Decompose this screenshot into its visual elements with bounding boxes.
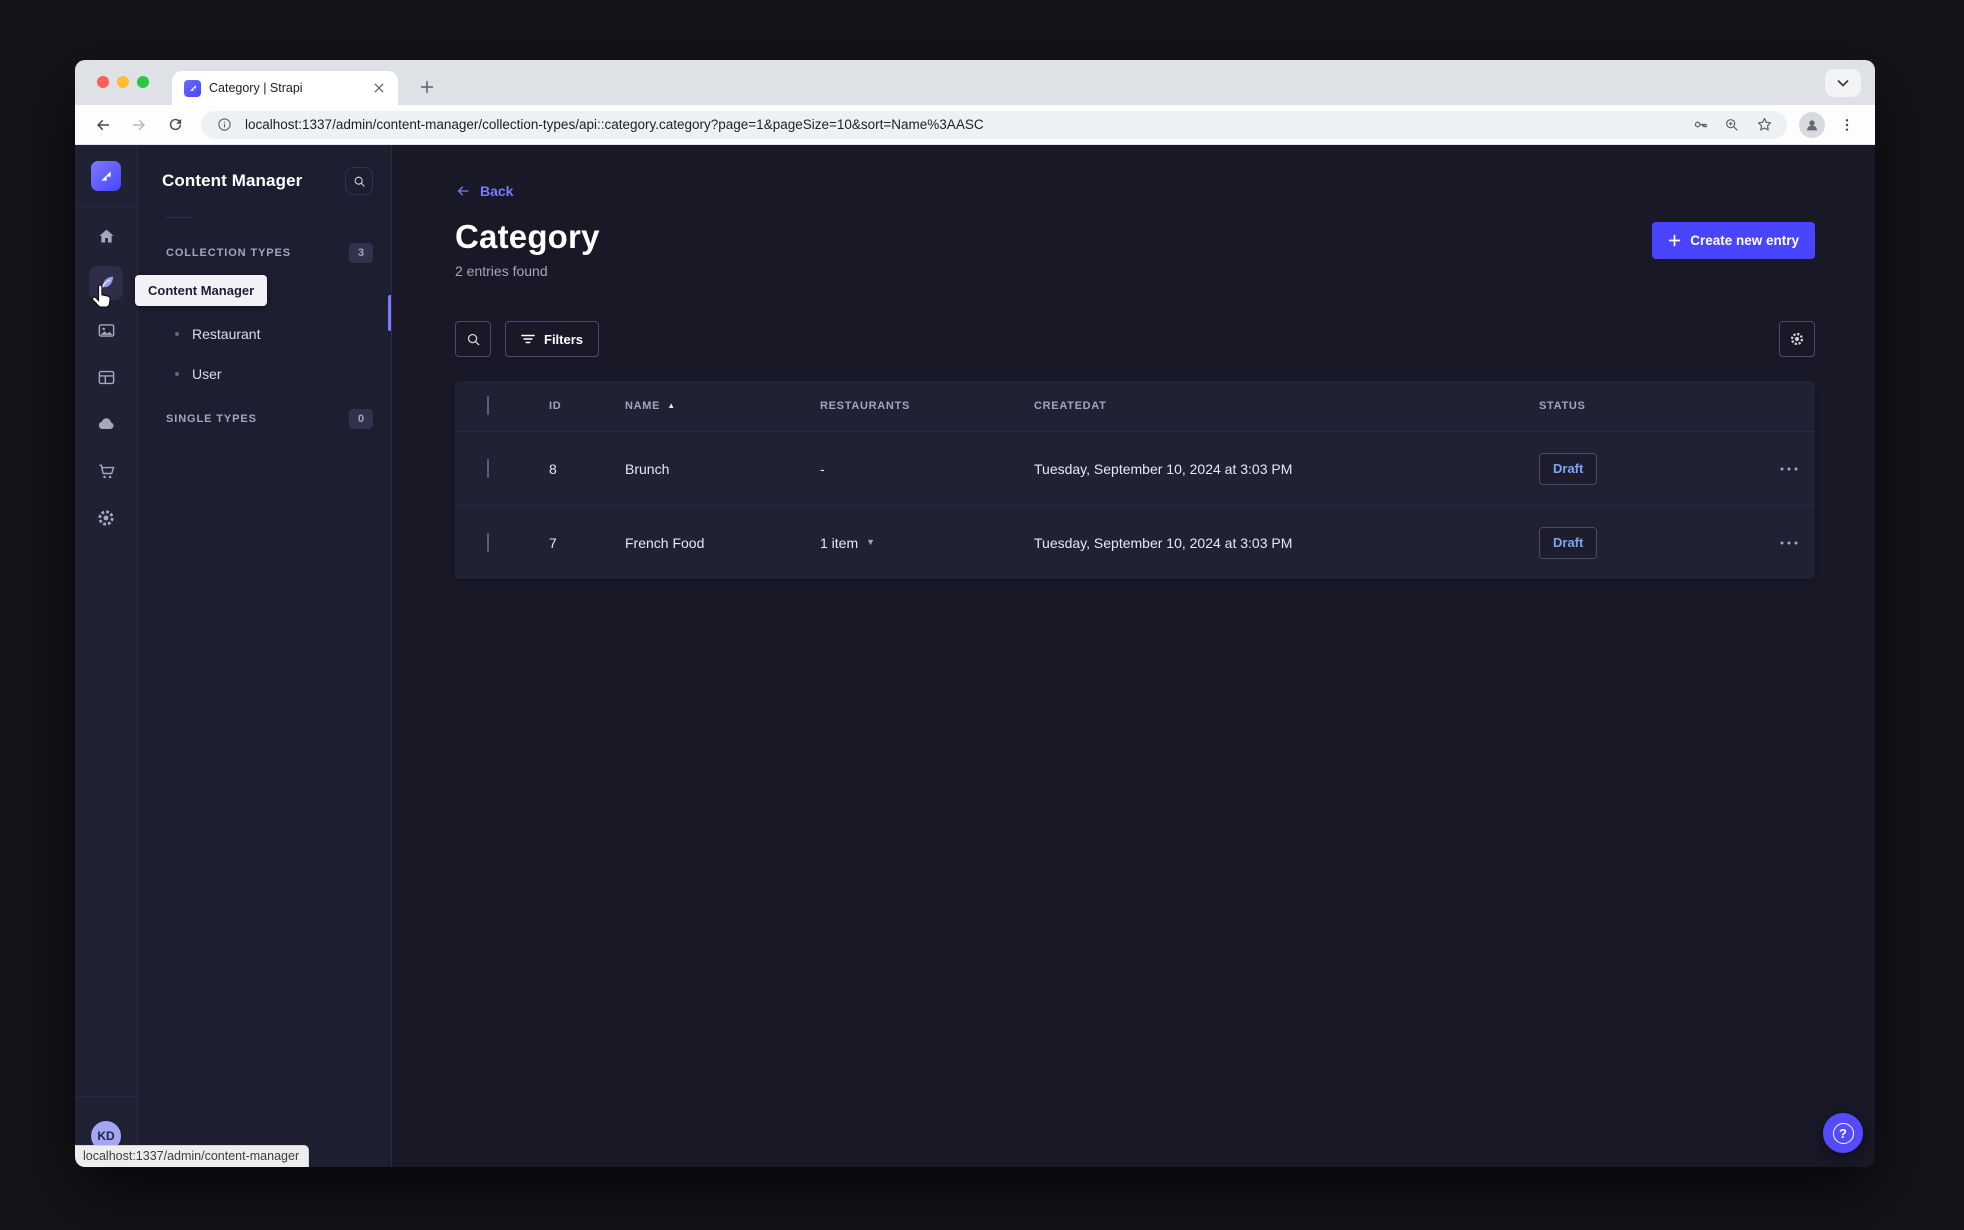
sidebar-item-user[interactable]: User	[138, 354, 391, 394]
filters-button[interactable]: Filters	[505, 321, 600, 357]
status-badge: Draft	[1539, 526, 1598, 559]
page-title: Category	[455, 218, 600, 255]
sort-ascending-icon: ▲	[667, 401, 676, 410]
cell-restaurants[interactable]: 1 item ▼	[820, 535, 1034, 551]
forward-icon[interactable]	[125, 111, 153, 139]
strapi-logo[interactable]	[91, 161, 121, 191]
tab-title: Category | Strapi	[209, 81, 303, 95]
url-bar[interactable]: localhost:1337/admin/content-manager/col…	[201, 110, 1787, 139]
cell-name: French Food	[625, 534, 705, 551]
cell-id: 7	[549, 534, 557, 551]
page-info-icon[interactable]	[213, 114, 235, 136]
sidebar-item-label: Restaurant	[192, 326, 261, 342]
arrow-left-icon	[457, 186, 469, 196]
subnav-divider	[166, 217, 191, 218]
cell-id: 8	[549, 460, 557, 477]
maximize-window-button[interactable]	[137, 76, 149, 88]
help-button[interactable]: ?	[1823, 1113, 1863, 1153]
nav-marketplace-icon[interactable]	[89, 454, 123, 488]
status-badge: Draft	[1539, 452, 1598, 485]
table-header-row: ID NAME ▲ RESTAURANTS CREATEDAT STATUS	[455, 381, 1815, 431]
bullet-icon	[175, 332, 179, 336]
new-tab-button[interactable]	[413, 73, 441, 101]
browser-tab-strip: Category | Strapi	[75, 60, 1875, 105]
table-row[interactable]: 7 French Food 1 item ▼ Tuesday, September…	[455, 505, 1815, 579]
strapi-app: KD Content Manager COLLECTION TYPES 3 Ca…	[75, 145, 1875, 1167]
browser-toolbar: localhost:1337/admin/content-manager/col…	[75, 105, 1875, 145]
close-window-button[interactable]	[97, 76, 109, 88]
sidebar-item-restaurant[interactable]: Restaurant	[138, 314, 391, 354]
mouse-cursor-pointer	[91, 285, 111, 308]
question-mark-icon: ?	[1832, 1122, 1854, 1144]
nav-media-library-icon[interactable]	[89, 313, 123, 347]
table-row[interactable]: 8 Brunch - Tuesday, September 10, 2024 a…	[455, 431, 1815, 505]
entries-count: 2 entries found	[455, 263, 548, 279]
single-types-section: SINGLE TYPES 0	[138, 404, 391, 434]
create-new-entry-button[interactable]: Create new entry	[1652, 222, 1815, 259]
section-label: SINGLE TYPES	[166, 413, 257, 425]
subnav-search-icon[interactable]	[345, 167, 373, 195]
back-icon[interactable]	[89, 111, 117, 139]
link-preview-status-bar: localhost:1337/admin/content-manager	[75, 1145, 310, 1167]
cell-createdat: Tuesday, September 10, 2024 at 3:03 PM	[1034, 534, 1293, 551]
strapi-favicon	[184, 79, 201, 97]
select-all-checkbox[interactable]	[487, 396, 489, 415]
nav-home-icon[interactable]	[89, 219, 123, 253]
rail-divider	[75, 206, 137, 207]
tab-close-icon[interactable]	[370, 79, 388, 97]
row-checkbox[interactable]	[487, 532, 489, 552]
browser-menu-icon[interactable]	[1833, 111, 1861, 139]
collection-types-count: 3	[349, 243, 373, 263]
search-entries-icon[interactable]	[455, 321, 491, 357]
cell-restaurants: -	[820, 460, 825, 477]
reload-icon[interactable]	[161, 111, 189, 139]
sidebar-item-label: User	[192, 366, 222, 382]
tab-search-chevron[interactable]	[1825, 69, 1861, 97]
single-types-count: 0	[349, 409, 373, 429]
browser-profile-icon[interactable]	[1799, 111, 1825, 138]
row-checkbox[interactable]	[487, 458, 489, 478]
main-content: Back Category 2 entries found Create new…	[392, 145, 1875, 1167]
url-text: localhost:1337/admin/content-manager/col…	[245, 117, 984, 132]
column-header-id[interactable]: ID	[549, 400, 625, 412]
bullet-icon	[175, 372, 179, 376]
plus-icon	[1669, 234, 1681, 247]
row-actions-menu-icon[interactable]	[1773, 453, 1805, 485]
back-link[interactable]: Back	[455, 183, 513, 199]
zoom-page-icon[interactable]	[1721, 114, 1743, 136]
active-item-indicator	[388, 295, 391, 331]
filter-icon	[521, 334, 535, 344]
column-header-name[interactable]: NAME ▲	[625, 400, 820, 412]
cell-name: Brunch	[625, 460, 670, 477]
rail-divider-bottom	[75, 1096, 137, 1097]
nav-content-type-builder-icon[interactable]	[89, 360, 123, 394]
browser-window: Category | Strapi localhost:1337/admin/c…	[75, 60, 1875, 1167]
row-actions-menu-icon[interactable]	[1773, 527, 1805, 559]
minimize-window-button[interactable]	[117, 76, 129, 88]
bookmark-star-icon[interactable]	[1753, 114, 1775, 136]
subnav-title: Content Manager	[162, 171, 303, 190]
browser-tab[interactable]: Category | Strapi	[172, 71, 398, 105]
content-manager-tooltip: Content Manager	[135, 275, 268, 306]
column-header-restaurants[interactable]: RESTAURANTS	[820, 400, 1034, 412]
section-label: COLLECTION TYPES	[166, 247, 292, 259]
collection-types-section: COLLECTION TYPES 3	[138, 238, 391, 268]
nav-cloud-icon[interactable]	[89, 407, 123, 441]
password-key-icon[interactable]	[1689, 114, 1711, 136]
column-header-createdat[interactable]: CREATEDAT	[1034, 400, 1539, 412]
chevron-down-icon: ▼	[866, 537, 876, 547]
nav-settings-icon[interactable]	[89, 501, 123, 535]
window-controls	[97, 76, 149, 88]
column-header-status[interactable]: STATUS	[1539, 400, 1739, 412]
table-settings-gear-icon[interactable]	[1779, 321, 1815, 357]
cell-createdat: Tuesday, September 10, 2024 at 3:03 PM	[1034, 460, 1293, 477]
entries-table: ID NAME ▲ RESTAURANTS CREATEDAT STATUS 8 …	[455, 381, 1815, 579]
